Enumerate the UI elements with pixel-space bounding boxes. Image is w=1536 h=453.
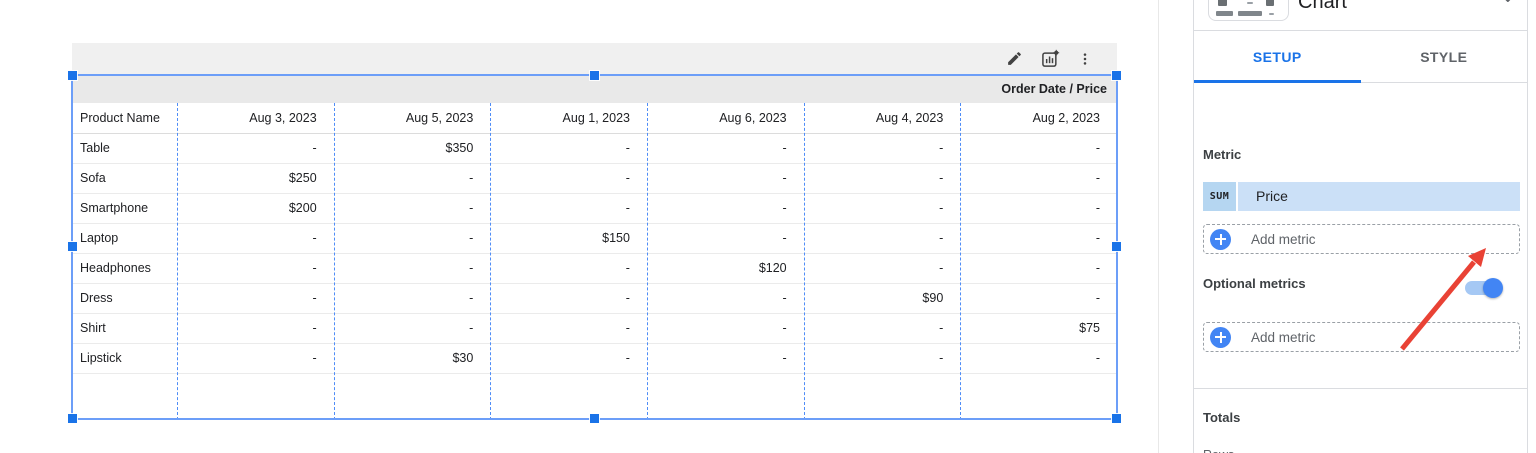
chart-type-picker[interactable]: Chart ⌄ xyxy=(1194,0,1527,31)
looker-studio-editor: Order Date / Price Product Name Aug 3, 20… xyxy=(0,0,1536,453)
metric-chip[interactable]: SUM Price xyxy=(1203,182,1520,211)
pivot-table-chart-icon xyxy=(1208,0,1289,21)
metric-section-label: Metric xyxy=(1203,147,1242,162)
tab-setup[interactable]: SETUP xyxy=(1194,31,1361,82)
canvas-right-edge xyxy=(1158,0,1159,453)
aggregation-badge[interactable]: SUM xyxy=(1203,182,1236,211)
optional-metrics-label: Optional metrics xyxy=(1203,276,1306,291)
chevron-down-icon: ⌄ xyxy=(1501,0,1515,7)
add-metric-button[interactable]: Add metric xyxy=(1203,224,1520,254)
selection-handle-e[interactable] xyxy=(1111,241,1122,252)
selection-handle-sw[interactable] xyxy=(67,413,78,424)
edit-pencil-icon[interactable] xyxy=(1006,50,1023,67)
chart-toolbar xyxy=(72,43,1117,74)
selection-handle-s[interactable] xyxy=(588,413,600,424)
optional-metrics-toggle[interactable] xyxy=(1465,278,1503,298)
selection-handle-nw[interactable] xyxy=(67,70,78,81)
setup-tab-content: Metric SUM Price Add metric Optional met… xyxy=(1194,83,1527,453)
selection-handle-ne[interactable] xyxy=(1111,70,1122,81)
totals-section-label: Totals xyxy=(1203,410,1241,425)
plus-icon xyxy=(1210,228,1231,250)
selection-handle-n[interactable] xyxy=(588,70,600,81)
section-divider xyxy=(1194,388,1527,389)
metric-field-name[interactable]: Price xyxy=(1238,182,1520,211)
selection-handle-se[interactable] xyxy=(1111,413,1122,424)
toggle-knob xyxy=(1483,278,1503,298)
chart-type-label: Chart xyxy=(1298,0,1347,13)
more-vert-icon[interactable] xyxy=(1077,51,1093,67)
add-optional-metric-button[interactable]: Add metric xyxy=(1203,322,1520,352)
chart-settings-icon[interactable] xyxy=(1040,49,1060,69)
plus-icon xyxy=(1210,326,1231,348)
chart-selection-frame[interactable] xyxy=(67,70,1122,424)
tab-style[interactable]: STYLE xyxy=(1361,31,1528,82)
properties-panel: Chart ⌄ SETUP STYLE Metric SUM Price Add… xyxy=(1193,0,1528,453)
totals-rows-label: Rows xyxy=(1203,448,1234,453)
selection-handle-w[interactable] xyxy=(67,241,78,252)
panel-tabs: SETUP STYLE xyxy=(1194,31,1527,83)
